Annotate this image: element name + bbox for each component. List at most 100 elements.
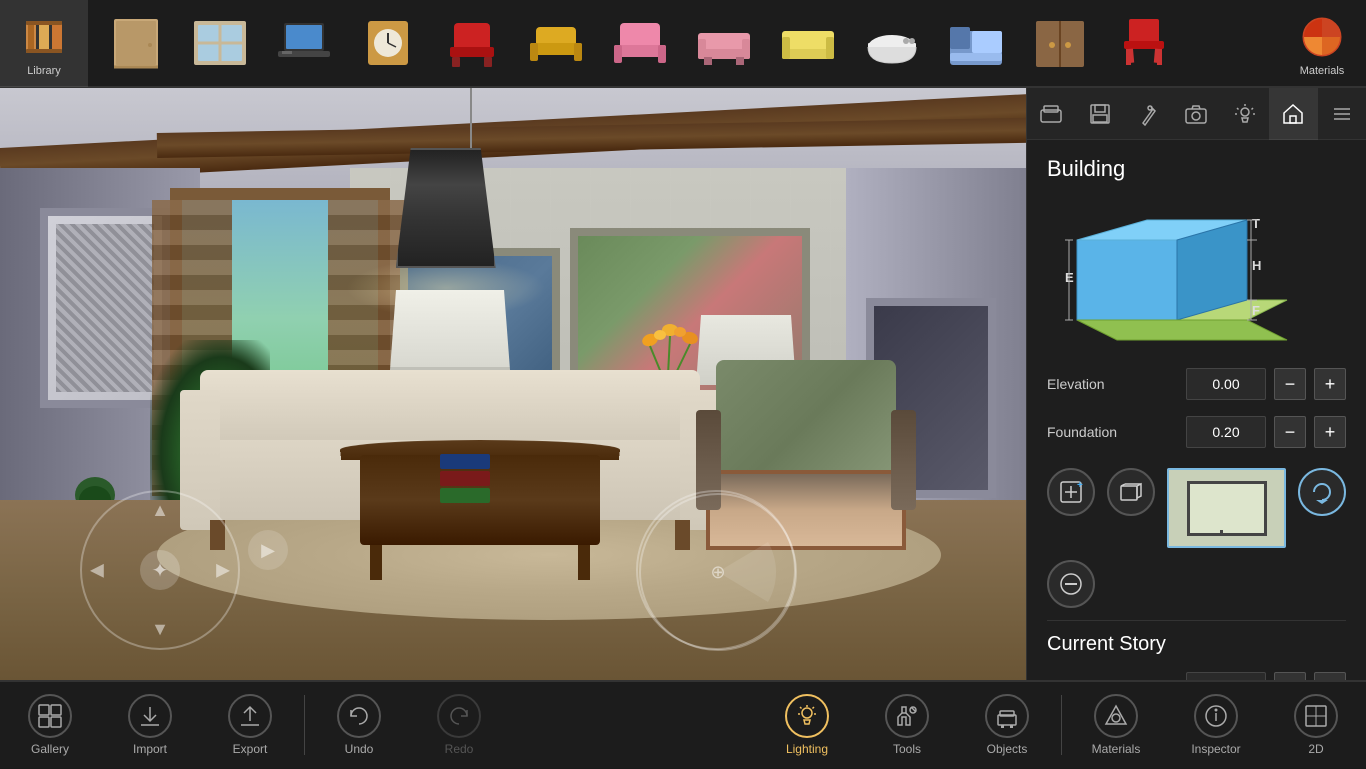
nav-joystick-left[interactable]: ▲ ▼ ◀ ▶ ✦: [80, 490, 240, 650]
materials-label-bottom: Materials: [1092, 742, 1141, 756]
nav-left-arrow[interactable]: ◀: [90, 560, 104, 581]
nav-right-arrow[interactable]: ▶: [216, 560, 230, 581]
panel-paint-icon[interactable]: [1124, 88, 1172, 140]
floor-plan-section: +: [1027, 456, 1366, 620]
books: [440, 454, 490, 505]
svg-text:+: +: [1077, 480, 1083, 491]
export-icon: [228, 694, 272, 738]
panel-save-icon[interactable]: [1075, 88, 1123, 140]
furniture-scroll: [88, 7, 1278, 79]
building-3d-svg: T H E F: [1047, 200, 1337, 350]
slab-input[interactable]: [1186, 672, 1266, 680]
panel-camera-icon[interactable]: [1172, 88, 1220, 140]
undo-button[interactable]: Undo: [309, 681, 409, 769]
separator-1: [304, 695, 305, 755]
svg-text:H: H: [1252, 258, 1261, 273]
panel-toolbar: [1027, 88, 1366, 140]
foundation-plus-button[interactable]: +: [1314, 416, 1346, 448]
panel-home-icon[interactable]: [1269, 88, 1317, 140]
panel-light-icon[interactable]: [1221, 88, 1269, 140]
foundation-row: Foundation − +: [1027, 408, 1366, 456]
elevation-input[interactable]: [1186, 368, 1266, 400]
library-button[interactable]: Library: [0, 0, 88, 87]
nav-pan-arrow[interactable]: ▶: [248, 530, 288, 570]
furniture-yellow-sofa[interactable]: [768, 7, 848, 79]
elevation-minus-button[interactable]: −: [1274, 368, 1306, 400]
slab-thickness-row: Slab Thickness − +: [1027, 664, 1366, 680]
gallery-button[interactable]: Gallery: [0, 681, 100, 769]
svg-text:⊕: ⊕: [710, 562, 725, 582]
import-button[interactable]: Import: [100, 681, 200, 769]
furniture-bathtub[interactable]: [852, 7, 932, 79]
gallery-icon: [28, 694, 72, 738]
inspector-button[interactable]: Inspector: [1166, 681, 1266, 769]
export-button[interactable]: Export: [200, 681, 300, 769]
2d-button[interactable]: 2D: [1266, 681, 1366, 769]
elevation-plus-button[interactable]: +: [1314, 368, 1346, 400]
hanging-lamp: [396, 88, 546, 318]
furniture-red-dining-chair[interactable]: [1104, 7, 1184, 79]
foundation-input[interactable]: [1186, 416, 1266, 448]
panel-list-icon[interactable]: [1318, 88, 1366, 140]
undo-label: Undo: [345, 742, 374, 756]
current-story-title: Current Story: [1027, 621, 1366, 664]
export-label: Export: [233, 742, 268, 756]
building-diagram: T H E F: [1027, 190, 1366, 360]
objects-icon: [985, 694, 1029, 738]
panel-furniture-icon[interactable]: [1027, 88, 1075, 140]
foundation-minus-button[interactable]: −: [1274, 416, 1306, 448]
objects-button[interactable]: Objects: [957, 681, 1057, 769]
materials-button-bottom[interactable]: Materials: [1066, 681, 1166, 769]
import-label: Import: [133, 742, 167, 756]
elevation-label: Elevation: [1047, 376, 1178, 392]
tools-label: Tools: [893, 742, 921, 756]
inspector-icon: [1194, 694, 1238, 738]
tools-icon: [885, 694, 929, 738]
slab-minus-button[interactable]: −: [1274, 672, 1306, 680]
redo-icon: [437, 694, 481, 738]
room-scene: ▲ ▼ ◀ ▶ ✦ ▶ ⊕: [0, 88, 1046, 680]
nav-down-arrow[interactable]: ▼: [151, 619, 169, 640]
2d-icon: [1294, 694, 1338, 738]
furniture-bed[interactable]: [936, 7, 1016, 79]
lighting-button[interactable]: Lighting: [757, 681, 857, 769]
furniture-window[interactable]: [180, 7, 260, 79]
svg-text:F: F: [1252, 303, 1260, 318]
nav-up-arrow[interactable]: ▲: [151, 500, 169, 521]
furniture-red-chair[interactable]: [432, 7, 512, 79]
floor-plan-preview[interactable]: [1167, 468, 1286, 548]
furniture-pink-chair[interactable]: [600, 7, 680, 79]
main-3d-view[interactable]: ▲ ▼ ◀ ▶ ✦ ▶ ⊕: [0, 88, 1046, 680]
inspector-label: Inspector: [1191, 742, 1240, 756]
delete-story-button[interactable]: [1047, 560, 1095, 608]
top-toolbar: Library: [0, 0, 1366, 88]
furniture-laptop[interactable]: [264, 7, 344, 79]
furniture-yellow-armchair[interactable]: [516, 7, 596, 79]
nav-center[interactable]: ✦: [140, 550, 180, 590]
rotate-plan-button[interactable]: [1298, 468, 1346, 516]
separator-2: [1061, 695, 1062, 755]
tools-button[interactable]: Tools: [857, 681, 957, 769]
materials-icon: [1294, 9, 1350, 65]
materials-button[interactable]: Materials: [1278, 0, 1366, 87]
right-panel: Building T H E F: [1026, 88, 1366, 680]
nav-joystick-right[interactable]: ⊕: [636, 490, 796, 650]
library-label: Library: [27, 65, 61, 77]
room-outline: [1187, 481, 1267, 536]
furniture-pink-sofa[interactable]: [684, 7, 764, 79]
elevation-row: Elevation − +: [1027, 360, 1366, 408]
add-story-above-button[interactable]: +: [1047, 468, 1095, 516]
materials-label: Materials: [1300, 65, 1345, 77]
furniture-door[interactable]: [96, 7, 176, 79]
bottom-toolbar: Gallery Import Export Undo Redo Lighting: [0, 680, 1366, 768]
materials-icon-bottom: [1094, 694, 1138, 738]
furniture-wardrobe[interactable]: [1020, 7, 1100, 79]
library-icon: [16, 9, 72, 65]
furniture-clock[interactable]: [348, 7, 428, 79]
svg-text:T: T: [1252, 216, 1260, 231]
objects-label: Objects: [987, 742, 1028, 756]
view-3d-button[interactable]: [1107, 468, 1155, 516]
gallery-label: Gallery: [31, 742, 69, 756]
import-icon: [128, 694, 172, 738]
slab-plus-button[interactable]: +: [1314, 672, 1346, 680]
